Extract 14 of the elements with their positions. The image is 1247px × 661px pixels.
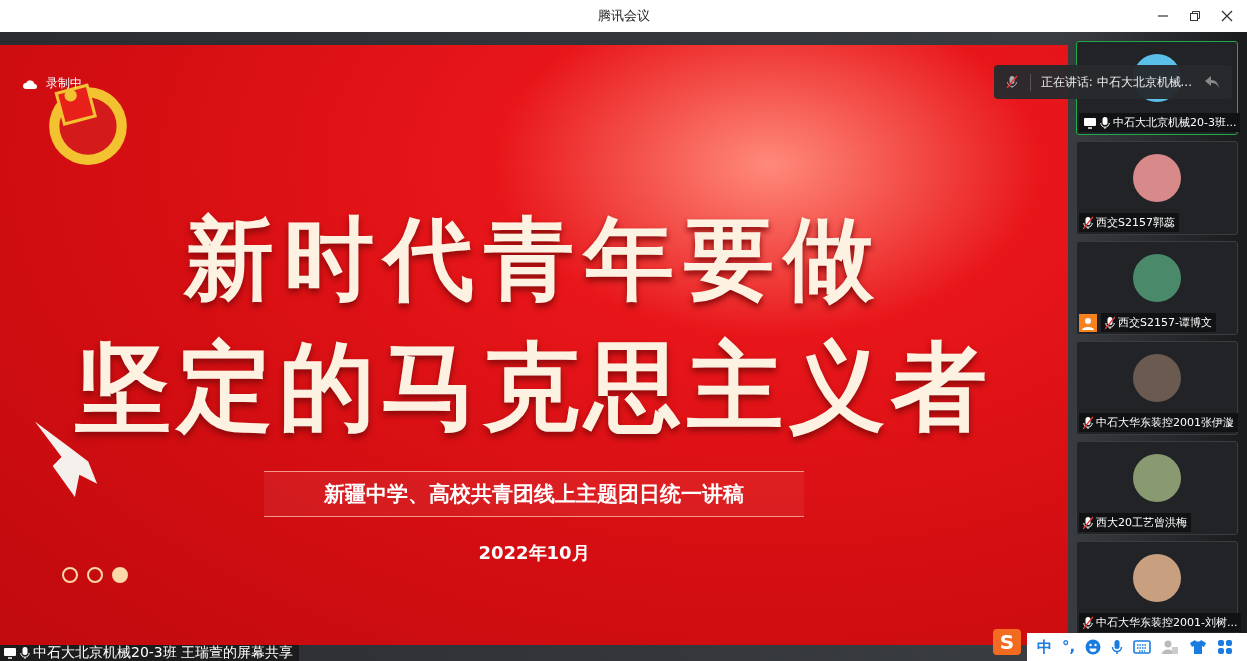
participant-name: 中石大华东装控2001-刘树... — [1096, 615, 1238, 630]
participant-name: 西交S2157郭蕊 — [1096, 215, 1175, 230]
participant-name: 西交S2157-谭博文 — [1118, 315, 1212, 330]
participant-name: 中石大北京机械20-3班... — [1113, 115, 1237, 130]
participant-name: 中石大华东装控2001张伊漩 — [1096, 415, 1234, 430]
recording-label: 录制中 — [46, 75, 82, 92]
participant-name: 西大20工艺曾洪梅 — [1096, 515, 1187, 530]
slide-title: 坚定的马克思主义者 — [75, 330, 993, 445]
slide-title: 新时代青年要做 — [184, 205, 884, 313]
share-label: 中石大北京机械20-3班 王瑞萱的屏幕共享 — [33, 644, 294, 661]
window-title: 腾讯会议 — [597, 7, 650, 25]
slide-date: 2022年10月 — [478, 541, 590, 565]
slide-subtitle: 新疆中学、高校共青团线上主题团日统一讲稿 — [264, 471, 804, 517]
speaking-text: 正在讲话: 中石大北京机械... — [1029, 73, 1192, 91]
